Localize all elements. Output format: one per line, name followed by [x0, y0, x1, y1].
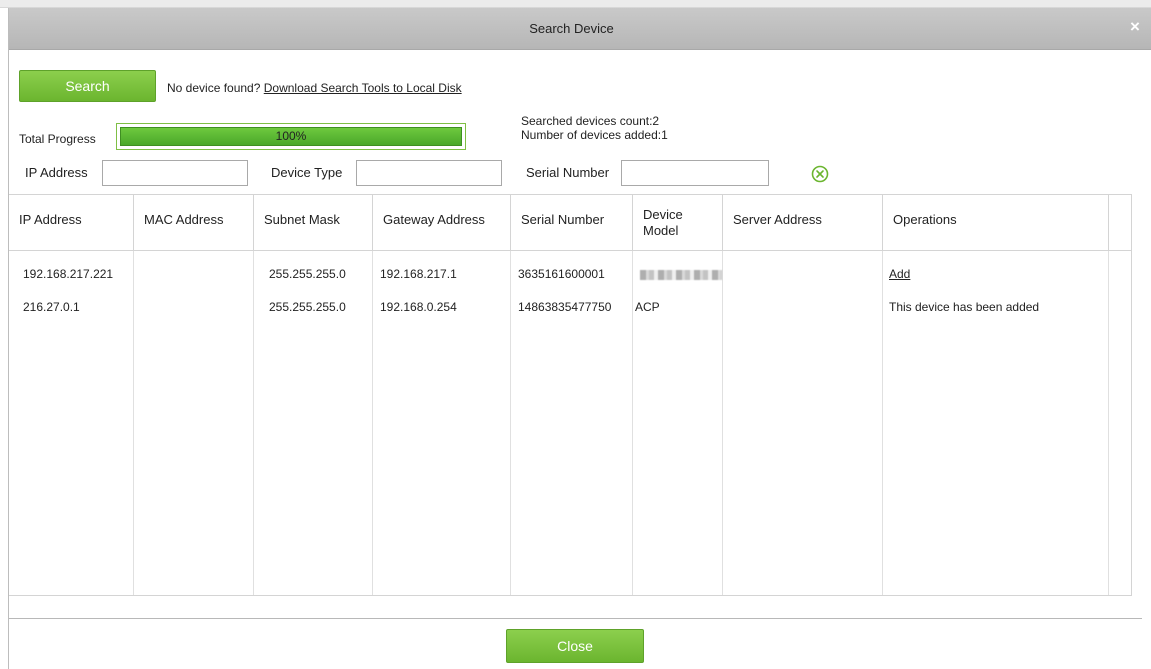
- device-table: IP Address MAC Address Subnet Mask Gatew…: [9, 194, 1132, 596]
- cell-mac: [134, 292, 254, 322]
- redacted-model-image: [640, 269, 722, 280]
- cell-model-redacted: [634, 259, 723, 289]
- col-ip-address[interactable]: IP Address: [9, 195, 134, 251]
- col-gateway-address[interactable]: Gateway Address: [373, 195, 511, 251]
- cell-subnet: 255.255.255.0: [269, 267, 346, 281]
- col-subnet-mask[interactable]: Subnet Mask: [254, 195, 373, 251]
- col-serial-number[interactable]: Serial Number: [511, 195, 633, 251]
- cell-ip: 192.168.217.221: [23, 267, 114, 281]
- cell-server: [723, 259, 883, 289]
- serial-number-filter-input[interactable]: [621, 160, 769, 186]
- total-progress-bar: 100%: [116, 123, 466, 150]
- no-device-text: No device found?: [167, 81, 261, 95]
- devices-added-count: Number of devices added:1: [521, 128, 668, 142]
- footer-divider: [9, 618, 1142, 619]
- cell-gateway: 192.168.0.254: [380, 300, 457, 314]
- download-search-tools-link[interactable]: Download Search Tools to Local Disk: [264, 81, 462, 95]
- add-device-link[interactable]: Add: [889, 267, 910, 281]
- progress-percent: 100%: [275, 129, 307, 143]
- device-type-filter-input[interactable]: [356, 160, 502, 186]
- cell-serial: 14863835477750: [518, 300, 612, 314]
- cell-server: [723, 292, 883, 322]
- table-row[interactable]: 192.168.217.221 255.255.255.0 192.168.21…: [9, 259, 1131, 289]
- cell-subnet: 255.255.255.0: [269, 300, 346, 314]
- clear-filter-icon[interactable]: [811, 165, 829, 183]
- no-device-message: No device found? Download Search Tools t…: [167, 81, 462, 95]
- searched-devices-count: Searched devices count:2: [521, 114, 660, 128]
- dialog-title: Search Device: [529, 21, 614, 36]
- close-button[interactable]: Close: [506, 629, 644, 663]
- cell-ip: 216.27.0.1: [23, 300, 80, 314]
- search-button[interactable]: Search: [19, 70, 156, 102]
- total-progress-label: Total Progress: [19, 132, 96, 146]
- cell-operation-status: This device has been added: [889, 300, 1040, 314]
- dialog-titlebar: Search Device ×: [9, 8, 1151, 50]
- ip-address-filter-label: IP Address: [25, 165, 88, 180]
- background-window-strip: [0, 0, 1151, 8]
- search-device-dialog: Search Device × Search No device found? …: [8, 8, 1151, 669]
- search-counts: Searched devices count:2 Number of devic…: [521, 114, 668, 142]
- col-mac-address[interactable]: MAC Address: [134, 195, 254, 251]
- cell-model: ACP: [635, 300, 660, 314]
- cell-gateway: 192.168.217.1: [380, 267, 457, 281]
- cell-operation: Add: [883, 259, 1108, 289]
- col-device-model[interactable]: Device Model: [633, 195, 723, 251]
- device-type-filter-label: Device Type: [271, 165, 343, 180]
- table-header: IP Address MAC Address Subnet Mask Gatew…: [9, 195, 1131, 251]
- cell-serial: 3635161600001: [518, 267, 605, 281]
- table-row[interactable]: 216.27.0.1 255.255.255.0 192.168.0.254 1…: [9, 292, 1131, 322]
- col-operations[interactable]: Operations: [883, 195, 1109, 251]
- cell-mac: [134, 259, 254, 289]
- col-server-address[interactable]: Server Address: [723, 195, 883, 251]
- close-x-icon[interactable]: ×: [1126, 18, 1144, 36]
- ip-address-filter-input[interactable]: [102, 160, 248, 186]
- serial-number-filter-label: Serial Number: [526, 165, 610, 180]
